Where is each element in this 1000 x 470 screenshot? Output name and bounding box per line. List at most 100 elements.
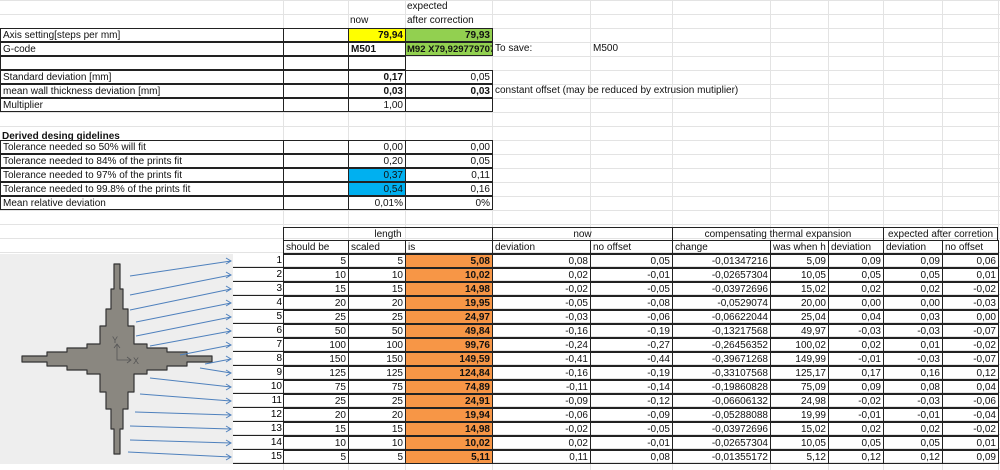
table-cell[interactable]: -0,16 [492, 366, 591, 380]
table-cell[interactable]: 14,98 [405, 422, 493, 436]
table-cell[interactable]: -0,19860828 [672, 380, 771, 394]
table-cell[interactable]: 0,00 [828, 296, 884, 310]
guideline-now[interactable]: 0,01% [348, 196, 406, 210]
table-cell[interactable]: 20 [283, 296, 349, 310]
multiplier-now[interactable]: 1,00 [348, 98, 406, 112]
table-cell[interactable]: -0,01347216 [672, 254, 771, 268]
table-cell[interactable]: 20 [283, 408, 349, 422]
table-cell[interactable]: -0,06 [492, 408, 591, 422]
table-cell[interactable]: 125 [348, 366, 406, 380]
table-cell[interactable]: -0,01 [828, 408, 884, 422]
table-cell[interactable]: -0,06606132 [672, 394, 771, 408]
table-cell[interactable]: 10 [348, 268, 406, 282]
table-cell[interactable]: 0,00 [883, 296, 943, 310]
table-cell[interactable]: -0,01355172 [672, 450, 771, 464]
guideline-now[interactable]: 0,00 [348, 140, 406, 154]
table-cell[interactable]: 0,04 [828, 310, 884, 324]
table-cell[interactable]: 10,05 [770, 268, 829, 282]
table-cell[interactable]: -0,02 [942, 338, 999, 352]
table-cell[interactable]: 0,12 [883, 450, 943, 464]
guideline-expected[interactable]: 0,16 [405, 182, 493, 196]
table-cell[interactable]: 125 [283, 366, 349, 380]
table-cell[interactable]: 10,02 [405, 436, 493, 450]
table-cell[interactable]: -0,41 [492, 352, 591, 366]
table-cell[interactable]: 25,04 [770, 310, 829, 324]
mean-wall-expected[interactable]: 0,03 [405, 84, 493, 98]
table-cell[interactable]: -0,02657304 [672, 268, 771, 282]
table-cell[interactable]: 0,08 [590, 450, 673, 464]
table-cell[interactable]: 125,17 [770, 366, 829, 380]
table-cell[interactable]: -0,07 [942, 324, 999, 338]
table-cell[interactable]: -0,09 [492, 394, 591, 408]
table-cell[interactable]: -0,01 [883, 408, 943, 422]
table-cell[interactable]: -0,33107568 [672, 366, 771, 380]
table-cell[interactable]: -0,06 [942, 394, 999, 408]
gcode-now[interactable]: M501 [348, 42, 406, 56]
table-cell[interactable]: 0,08 [492, 254, 591, 268]
table-cell[interactable]: 0,01 [942, 436, 999, 450]
table-cell[interactable]: 14,98 [405, 282, 493, 296]
table-cell[interactable]: 0,02 [828, 422, 884, 436]
table-cell[interactable]: 5,12 [770, 450, 829, 464]
table-cell[interactable]: -0,11 [492, 380, 591, 394]
guideline-expected[interactable]: 0% [405, 196, 493, 210]
table-cell[interactable]: -0,26456352 [672, 338, 771, 352]
table-cell[interactable]: 0,09 [942, 450, 999, 464]
table-cell[interactable]: 0,02 [492, 436, 591, 450]
table-cell[interactable]: 0,11 [492, 450, 591, 464]
table-cell[interactable]: 0,02 [492, 268, 591, 282]
std-dev-expected[interactable]: 0,05 [405, 70, 493, 84]
table-cell[interactable]: -0,03972696 [672, 422, 771, 436]
guideline-now[interactable]: 0,20 [348, 154, 406, 168]
table-cell[interactable]: 0,02 [828, 338, 884, 352]
table-cell[interactable]: -0,01 [828, 352, 884, 366]
table-cell[interactable]: 0,16 [883, 366, 943, 380]
table-cell[interactable]: -0,05288088 [672, 408, 771, 422]
table-cell[interactable]: 0,05 [590, 254, 673, 268]
table-cell[interactable]: -0,03 [883, 324, 943, 338]
table-cell[interactable]: 15,02 [770, 282, 829, 296]
table-cell[interactable]: 0,01 [942, 268, 999, 282]
table-cell[interactable]: 0,01 [883, 338, 943, 352]
table-cell[interactable]: 150 [348, 352, 406, 366]
table-cell[interactable]: 0,02 [883, 422, 943, 436]
table-cell[interactable]: 10,05 [770, 436, 829, 450]
table-cell[interactable]: -0,44 [590, 352, 673, 366]
table-cell[interactable]: 10 [283, 268, 349, 282]
table-cell[interactable]: -0,05 [590, 282, 673, 296]
table-cell[interactable]: 15,02 [770, 422, 829, 436]
table-cell[interactable]: 19,94 [405, 408, 493, 422]
table-cell[interactable]: 0,09 [828, 380, 884, 394]
table-cell[interactable]: -0,05 [590, 422, 673, 436]
table-cell[interactable]: -0,06622044 [672, 310, 771, 324]
guideline-expected[interactable]: 0,05 [405, 154, 493, 168]
guideline-now[interactable]: 0,54 [348, 182, 406, 196]
table-cell[interactable]: 15 [283, 422, 349, 436]
table-cell[interactable]: 0,02 [828, 282, 884, 296]
table-cell[interactable]: 24,98 [770, 394, 829, 408]
table-cell[interactable]: 0,09 [883, 254, 943, 268]
table-cell[interactable]: 0,12 [828, 450, 884, 464]
table-cell[interactable]: 19,95 [405, 296, 493, 310]
table-cell[interactable]: 150 [283, 352, 349, 366]
std-dev-now[interactable]: 0,17 [348, 70, 406, 84]
table-cell[interactable]: -0,02 [942, 282, 999, 296]
table-cell[interactable]: 0,02 [883, 282, 943, 296]
table-cell[interactable]: 15 [283, 282, 349, 296]
guideline-expected[interactable]: 0,11 [405, 168, 493, 182]
table-cell[interactable]: -0,19 [590, 324, 673, 338]
table-cell[interactable]: 75 [348, 380, 406, 394]
table-cell[interactable]: 149,59 [405, 352, 493, 366]
table-cell[interactable]: -0,14 [590, 380, 673, 394]
table-cell[interactable]: 5,11 [405, 450, 493, 464]
table-cell[interactable]: 15 [348, 282, 406, 296]
table-cell[interactable]: -0,01 [590, 268, 673, 282]
table-cell[interactable]: -0,03 [883, 394, 943, 408]
table-cell[interactable]: 149,99 [770, 352, 829, 366]
axis-setting-expected[interactable]: 79,93 [405, 28, 493, 42]
table-cell[interactable]: 100,02 [770, 338, 829, 352]
table-cell[interactable]: 50 [283, 324, 349, 338]
table-cell[interactable]: 75,09 [770, 380, 829, 394]
table-cell[interactable]: -0,19 [590, 366, 673, 380]
table-cell[interactable]: -0,05 [492, 296, 591, 310]
